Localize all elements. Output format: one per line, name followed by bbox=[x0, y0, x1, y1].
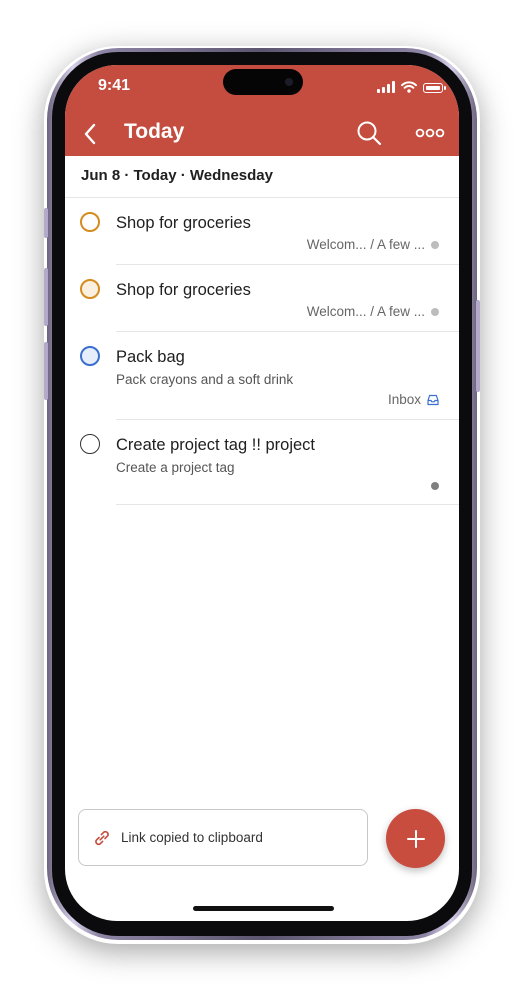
status-time: 9:41 bbox=[98, 77, 131, 94]
plus-icon bbox=[406, 829, 425, 848]
volume-down-button bbox=[44, 342, 48, 400]
camera-dot bbox=[285, 78, 293, 86]
toast-text: Link copied to clipboard bbox=[121, 830, 263, 845]
project-color-dot bbox=[431, 240, 439, 249]
action-button bbox=[44, 208, 48, 238]
signal-icon bbox=[377, 81, 395, 93]
more-horizontal-icon bbox=[415, 128, 445, 138]
toast-notification: Link copied to clipboard bbox=[78, 809, 368, 866]
status-icons bbox=[377, 79, 446, 93]
dynamic-island bbox=[223, 69, 303, 95]
task-checkbox[interactable] bbox=[80, 212, 100, 232]
task-title: Shop for groceries bbox=[116, 281, 251, 299]
task-description: Create a project tag bbox=[116, 460, 235, 475]
search-button[interactable] bbox=[355, 119, 383, 147]
inbox-icon bbox=[427, 394, 439, 405]
task-checkbox[interactable] bbox=[80, 434, 100, 454]
app-header: 9:41 Today bbox=[65, 65, 459, 156]
task-divider bbox=[116, 504, 459, 505]
task-project bbox=[431, 482, 439, 490]
add-task-button[interactable] bbox=[386, 809, 445, 868]
search-icon bbox=[357, 121, 382, 146]
project-color-dot bbox=[431, 482, 439, 490]
task-project-label: Welcom... / A few ... bbox=[306, 304, 425, 319]
task-item[interactable]: Shop for groceries Welcom... / A few ... bbox=[65, 265, 459, 331]
home-indicator[interactable] bbox=[193, 906, 334, 911]
page-title: Today bbox=[124, 120, 185, 143]
task-project: Welcom... / A few ... bbox=[307, 237, 439, 252]
screen: 9:41 Today Jun 8 · Today · Wednesday Sho… bbox=[65, 65, 459, 921]
task-title: Pack bag bbox=[116, 348, 185, 366]
task-checkbox[interactable] bbox=[80, 346, 100, 366]
task-checkbox[interactable] bbox=[80, 279, 100, 299]
task-project: Welcom... / A few ... bbox=[307, 304, 439, 319]
task-project-label: Welcom... / A few ... bbox=[306, 237, 425, 252]
task-item[interactable]: Pack bag Pack crayons and a soft drink I… bbox=[65, 332, 459, 419]
back-button[interactable] bbox=[75, 119, 105, 149]
task-item[interactable]: Shop for groceries Welcom... / A few ... bbox=[65, 198, 459, 264]
task-description: Pack crayons and a soft drink bbox=[116, 372, 294, 387]
link-icon bbox=[95, 830, 109, 845]
task-item[interactable]: Create project tag !! project Create a p… bbox=[65, 420, 459, 505]
power-button bbox=[476, 300, 480, 392]
project-color-dot bbox=[431, 307, 439, 316]
task-project-label: Inbox bbox=[387, 392, 421, 407]
volume-up-button bbox=[44, 268, 48, 326]
more-button[interactable] bbox=[415, 121, 445, 145]
task-project: Inbox bbox=[388, 392, 439, 407]
wifi-icon bbox=[401, 81, 417, 93]
battery-icon bbox=[423, 83, 446, 93]
chevron-left-icon bbox=[84, 123, 96, 145]
date-section-header: Jun 8 · Today · Wednesday bbox=[81, 167, 273, 184]
task-title: Create project tag !! project bbox=[116, 436, 316, 454]
task-title: Shop for groceries bbox=[116, 214, 251, 232]
